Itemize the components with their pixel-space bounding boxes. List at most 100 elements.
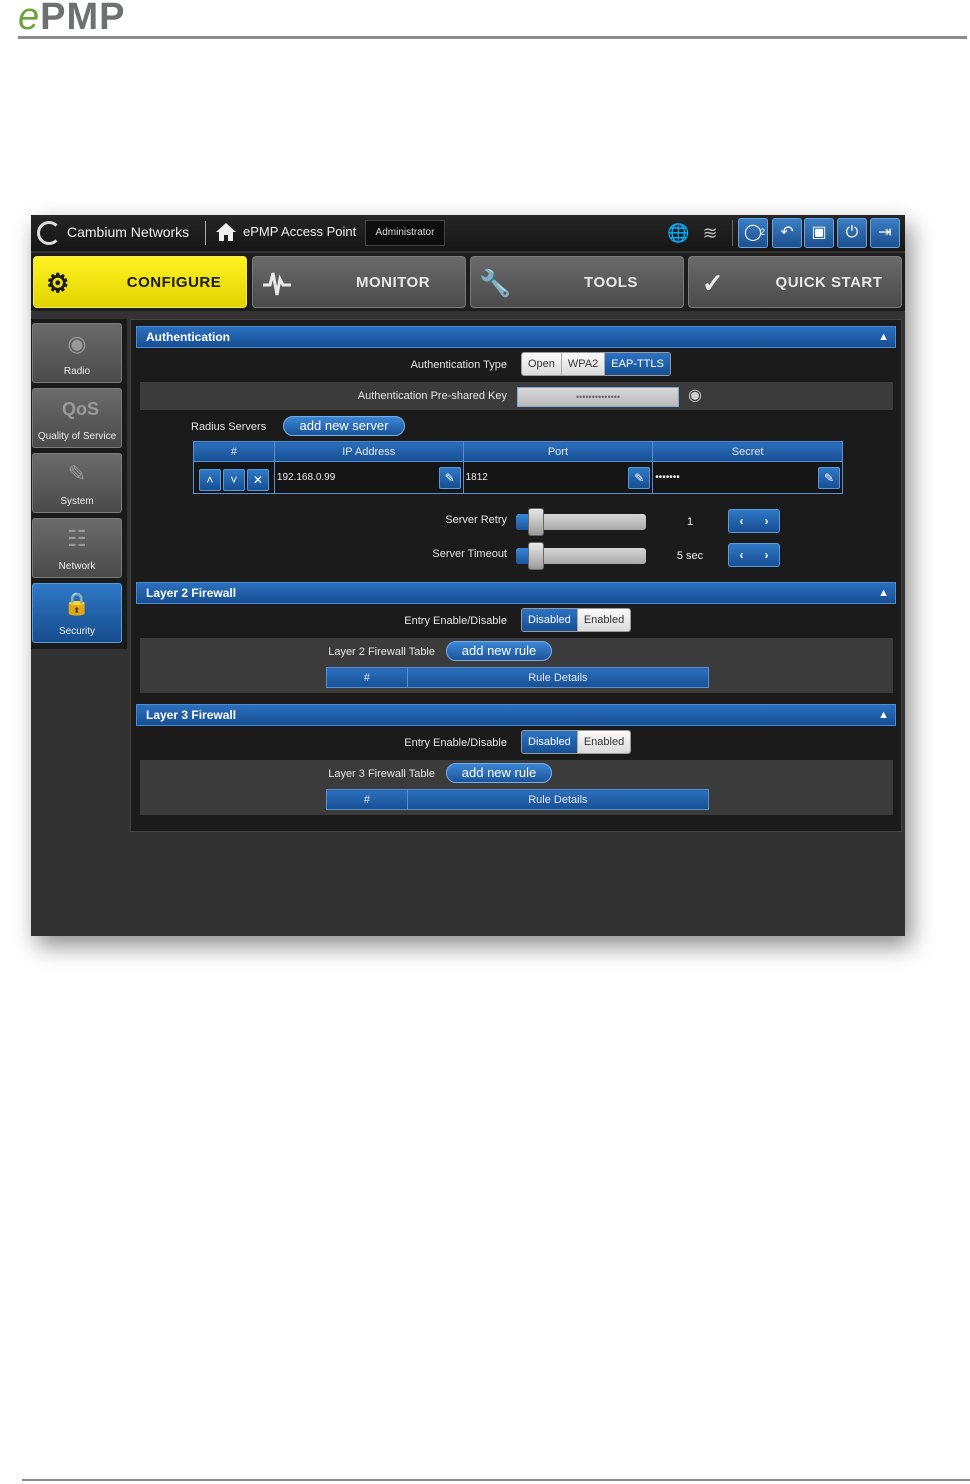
radius-servers-label: Radius Servers (191, 421, 267, 433)
device-title: ePMP Access Point (243, 224, 357, 239)
security-content: Authentication ▲ Authentication Type Ope… (130, 319, 902, 832)
document-logo: ePMP (18, 0, 126, 38)
l2-entry-toggle: Disabled Enabled (521, 608, 632, 632)
tab-label: TOOLS (584, 274, 638, 291)
sidebar-item-label: Network (58, 561, 96, 572)
server-timeout-thumb[interactable] (527, 542, 544, 570)
l3-disabled-option[interactable]: Disabled (522, 731, 578, 753)
column-header-port: Port (462, 441, 654, 462)
secret-value: ••••••• (655, 472, 680, 483)
l3-add-rule-button[interactable]: add new rule (446, 763, 552, 783)
sidebar-item-network[interactable]: ☷ Network (32, 518, 122, 578)
auth-type-label: Authentication Type (410, 359, 507, 371)
sidebar-item-security[interactable]: 🔒 Security (32, 583, 122, 643)
tab-quick-start[interactable]: ✓ QUICK START (688, 256, 902, 308)
column-header-ip: IP Address (273, 441, 464, 462)
edit-secret-button[interactable]: ✎ (818, 467, 840, 489)
column-header-rule-details: Rule Details (406, 667, 710, 688)
tab-tools[interactable]: 🔧 TOOLS (470, 256, 684, 308)
tab-label: MONITOR (355, 274, 431, 291)
eye-icon[interactable]: ◉ (688, 388, 710, 404)
secret-cell: ••••••• ✎ (652, 461, 843, 494)
sidebar-item-qos[interactable]: QoS Quality of Service (32, 388, 122, 448)
table-header-row: # IP Address Port Secret (193, 441, 843, 462)
sidebar-item-label: Security (58, 626, 96, 637)
section-header-authentication[interactable]: Authentication ▲ (136, 326, 896, 348)
qos-icon: QoS (62, 399, 100, 419)
server-retry-value: 1 (686, 516, 694, 528)
l2-table-label: Layer 2 Firewall Table (328, 646, 435, 658)
delete-button[interactable]: ✕ (246, 468, 269, 491)
globe-icon[interactable]: 🌐 (667, 222, 689, 244)
system-edit-icon: ✎ (67, 461, 87, 486)
row-actions: ˄ ˅ ✕ (193, 461, 275, 494)
chevron-left-icon[interactable]: ‹ (729, 544, 754, 566)
l3-table-label: Layer 3 Firewall Table (328, 768, 435, 780)
sidebar: ◉ Radio QoS Quality of Service ✎ System … (31, 319, 127, 649)
logout-button[interactable]: ⇥ (870, 218, 900, 248)
document-footer-rule (22, 1479, 970, 1481)
column-header-rule-details: Rule Details (406, 789, 710, 810)
chevron-left-icon[interactable]: ‹ (729, 510, 754, 532)
server-timeout-label: Server Timeout (432, 548, 507, 560)
network-icon: ☷ (67, 526, 87, 551)
move-up-button[interactable]: ˄ (198, 468, 221, 491)
screenshot-frame: Cambium Networks ePMP Access Point Admin… (31, 215, 905, 936)
server-timeout-stepper: ‹ › (728, 543, 780, 567)
server-timeout-value: 5 sec (676, 550, 704, 562)
section-header-layer3-firewall[interactable]: Layer 3 Firewall ▲ (136, 704, 896, 726)
auth-type-wpa2[interactable]: WPA2 (561, 353, 606, 375)
lock-icon: 🔒 (63, 591, 91, 616)
column-header-number: # (326, 667, 408, 688)
sidebar-item-system[interactable]: ✎ System (32, 453, 122, 513)
ip-cell: 192.168.0.99 ✎ (273, 461, 464, 494)
l3-rule-table: # Rule Details (326, 789, 710, 810)
table-row: ˄ ˅ ✕ 192.168.0.99 ✎ 1812 ✎ ••••••• ✎ (193, 461, 843, 494)
cambium-logo-icon (37, 221, 61, 245)
chevron-right-icon[interactable]: › (754, 510, 779, 532)
table-header-row: # Rule Details (326, 789, 710, 810)
chevron-up-icon[interactable]: ▲ (878, 583, 889, 603)
tab-monitor[interactable]: MONITOR (252, 256, 466, 308)
psk-label: Authentication Pre-shared Key (357, 390, 507, 402)
auth-type-selector: Open WPA2 EAP-TTLS (521, 352, 671, 376)
auth-type-eap-ttls[interactable]: EAP-TTLS (605, 353, 670, 375)
chevron-up-icon[interactable]: ▲ (878, 705, 889, 725)
l2-disabled-option[interactable]: Disabled (522, 609, 578, 631)
column-header-number: # (193, 441, 275, 462)
chevron-right-icon[interactable]: › (754, 544, 779, 566)
l2-add-rule-button[interactable]: add new rule (446, 641, 552, 661)
section-header-layer2-firewall[interactable]: Layer 2 Firewall ▲ (136, 582, 896, 604)
edit-port-button[interactable]: ✎ (628, 467, 651, 489)
wrench-icon: 🔧 (479, 268, 512, 298)
server-retry-label: Server Retry (445, 514, 507, 526)
notifications-button[interactable]: ◯ 2 (738, 218, 768, 248)
reboot-button[interactable]: ⏻ (837, 218, 867, 248)
save-button[interactable]: ▣ (804, 218, 834, 248)
undo-icon: ↶ (780, 224, 794, 241)
radius-server-table: # IP Address Port Secret ˄ ˅ ✕ 192.168.0.9… (193, 441, 843, 494)
add-server-button[interactable]: add new server (283, 416, 405, 436)
auth-type-open[interactable]: Open (522, 353, 562, 375)
psk-input[interactable]: •••••••••••••• (517, 387, 679, 407)
undo-button[interactable]: ↶ (772, 218, 802, 248)
l3-enabled-option[interactable]: Enabled (577, 731, 631, 753)
home-icon[interactable] (215, 221, 237, 243)
running-man-icon: ✓ (701, 268, 725, 298)
brand-name: Cambium Networks (67, 224, 190, 240)
l2-rule-table: # Rule Details (326, 667, 710, 688)
sidebar-item-label: Quality of Service (37, 431, 117, 442)
port-cell: 1812 ✎ (462, 461, 654, 494)
move-down-button[interactable]: ˅ (222, 468, 245, 491)
logout-icon: ⇥ (878, 224, 892, 241)
wireless-icon[interactable]: ≋ (699, 222, 721, 244)
section-title: Authentication (146, 330, 230, 344)
chevron-up-icon[interactable]: ▲ (878, 327, 889, 347)
column-header-secret: Secret (652, 441, 843, 462)
sidebar-item-radio[interactable]: ◉ Radio (32, 323, 122, 383)
l2-enabled-option[interactable]: Enabled (577, 609, 631, 631)
edit-ip-button[interactable]: ✎ (438, 467, 461, 489)
tab-configure[interactable]: ⚙ CONFIGURE (33, 256, 247, 308)
server-retry-thumb[interactable] (527, 508, 544, 536)
power-icon: ⏻ (845, 224, 859, 241)
